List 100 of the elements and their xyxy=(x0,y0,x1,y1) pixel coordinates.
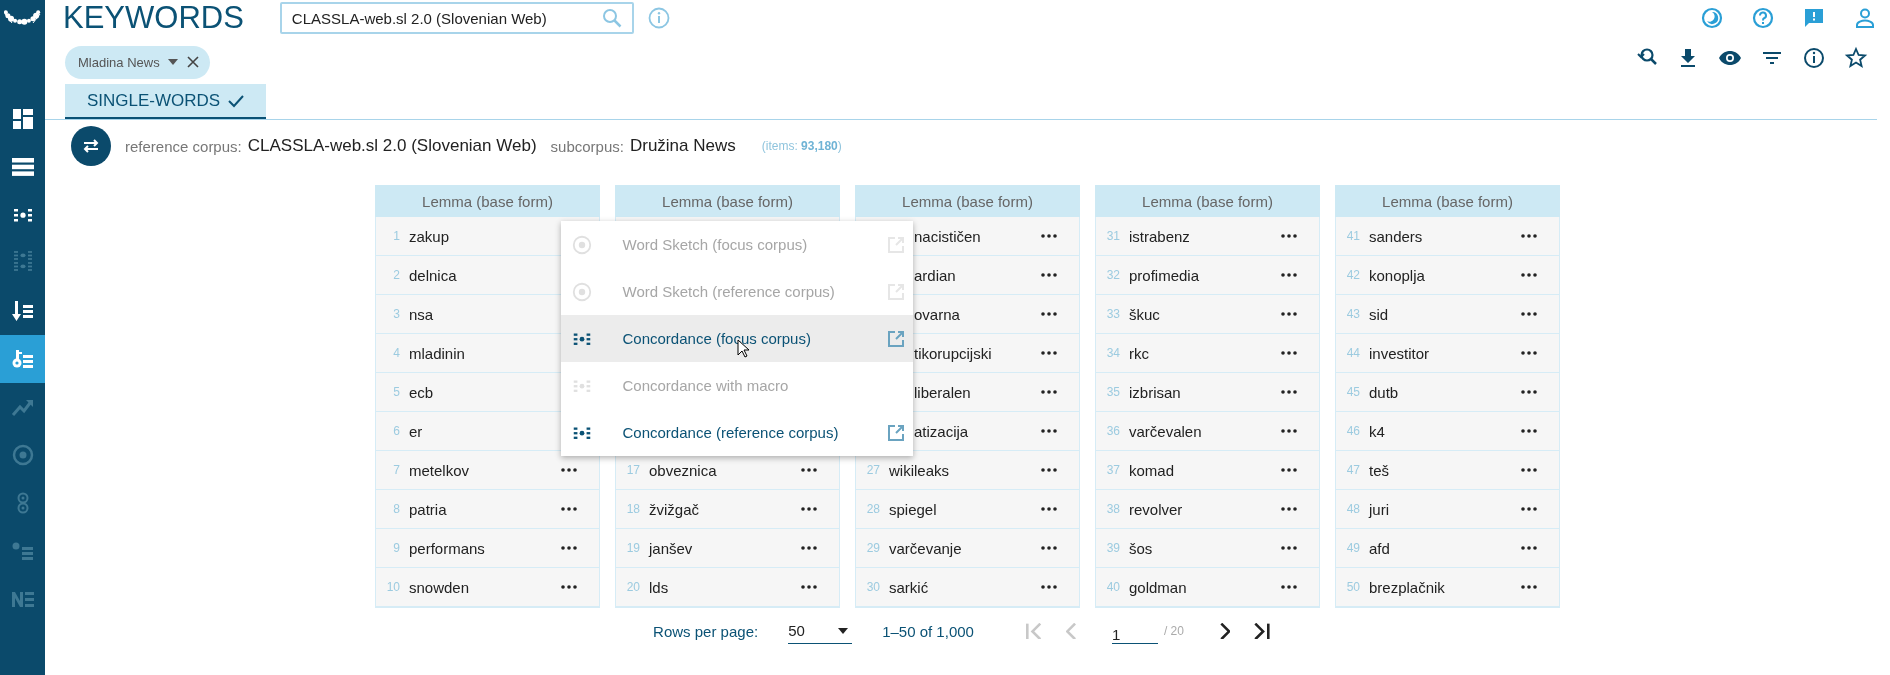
previous-icon xyxy=(1065,622,1076,640)
more-button[interactable] xyxy=(1521,351,1537,355)
more-button[interactable] xyxy=(801,585,817,589)
row-number: 50 xyxy=(1345,580,1360,594)
caret-icon xyxy=(167,59,178,65)
more-icon xyxy=(801,546,817,550)
more-icon xyxy=(801,585,817,589)
lemma-cell: sanders xyxy=(1369,227,1423,245)
more-button[interactable] xyxy=(1521,429,1537,433)
search-icon xyxy=(601,8,622,28)
row-number: 47 xyxy=(1345,463,1360,477)
more-button[interactable] xyxy=(1041,312,1057,316)
target-icon xyxy=(570,233,593,256)
more-button[interactable] xyxy=(801,546,817,550)
more-button[interactable] xyxy=(1281,585,1297,589)
row-number: 27 xyxy=(865,463,880,477)
row-number: 37 xyxy=(1105,463,1120,477)
more-icon xyxy=(1521,234,1537,238)
more-icon xyxy=(801,468,817,472)
more-button[interactable] xyxy=(561,546,577,550)
more-button[interactable] xyxy=(1281,507,1297,511)
more-button[interactable] xyxy=(1041,234,1057,238)
help-icon[interactable] xyxy=(1752,7,1774,29)
check-icon xyxy=(228,93,245,108)
more-button[interactable] xyxy=(1041,429,1057,433)
lemma-cell: performans xyxy=(409,539,485,557)
more-button[interactable] xyxy=(1281,468,1297,472)
lemma-cell: afd xyxy=(1369,539,1390,557)
corpus-search-field[interactable]: CLASSLA-web.sl 2.0 (Slovenian Web) xyxy=(279,2,634,34)
more-button[interactable] xyxy=(1521,507,1537,511)
more-button[interactable] xyxy=(1521,273,1537,277)
info-icon[interactable] xyxy=(1802,46,1826,70)
more-button[interactable] xyxy=(561,507,577,511)
more-button[interactable] xyxy=(1281,351,1297,355)
feedback-icon[interactable] xyxy=(1803,7,1825,29)
lemma-cell: wikileaks xyxy=(889,461,949,479)
more-icon xyxy=(561,468,577,472)
more-icon xyxy=(1281,234,1297,238)
more-icon xyxy=(1281,546,1297,550)
more-button[interactable] xyxy=(561,468,577,472)
row-number: 48 xyxy=(1345,502,1360,516)
tab[interactable]: SINGLE-WORDS xyxy=(65,84,267,119)
more-button[interactable] xyxy=(1281,546,1297,550)
lemma-cell: žvižgač xyxy=(649,500,700,518)
more-button[interactable] xyxy=(1281,312,1297,316)
more-button[interactable] xyxy=(1041,351,1057,355)
more-button[interactable] xyxy=(1041,585,1057,589)
user-icon[interactable] xyxy=(1854,7,1876,29)
star-icon[interactable] xyxy=(1844,46,1868,70)
row-number: 36 xyxy=(1105,424,1120,438)
items-count: (items: 93,180) xyxy=(761,139,842,153)
more-icon xyxy=(1281,312,1297,316)
row-number: 41 xyxy=(1345,229,1360,243)
more-button[interactable] xyxy=(1041,390,1057,394)
close-icon[interactable] xyxy=(185,55,200,69)
more-button[interactable] xyxy=(1041,546,1057,550)
subcorpus-chip[interactable]: Mladina News xyxy=(65,45,210,79)
page-input[interactable]: 1 xyxy=(1111,618,1158,644)
row-number: 33 xyxy=(1105,307,1120,321)
more-button[interactable] xyxy=(1041,468,1057,472)
lemma-cell: ovarna xyxy=(914,305,960,323)
swap-button[interactable] xyxy=(71,126,111,166)
subcorpus-label: subcorpus: xyxy=(550,137,624,155)
lemma-cell: ardian xyxy=(914,266,956,284)
more-button[interactable] xyxy=(801,507,817,511)
more-button[interactable] xyxy=(1521,546,1537,550)
more-button[interactable] xyxy=(1281,390,1297,394)
more-icon xyxy=(561,507,577,511)
more-button[interactable] xyxy=(801,468,817,472)
more-button[interactable] xyxy=(1041,507,1057,511)
row-number: 38 xyxy=(1105,502,1120,516)
theme-icon[interactable] xyxy=(1701,7,1723,29)
more-button[interactable] xyxy=(1521,234,1537,238)
lemma-cell: k4 xyxy=(1369,422,1385,440)
more-icon xyxy=(1281,468,1297,472)
lemma-cell: investitor xyxy=(1369,344,1430,362)
more-button[interactable] xyxy=(1281,273,1297,277)
row-number: 43 xyxy=(1345,307,1360,321)
swap-icon xyxy=(81,138,101,154)
menu-item[interactable]: Concordance (focus corpus) xyxy=(560,315,913,362)
row-number: 3 xyxy=(392,307,400,321)
more-button[interactable] xyxy=(1521,468,1537,472)
lemma-cell: patria xyxy=(409,500,447,518)
row-number: 31 xyxy=(1105,229,1120,243)
more-button[interactable] xyxy=(561,585,577,589)
more-icon xyxy=(1521,273,1537,277)
more-button[interactable] xyxy=(1521,390,1537,394)
more-button[interactable] xyxy=(1281,429,1297,433)
rows-per-page-select[interactable]: 50 xyxy=(788,618,853,644)
more-icon xyxy=(1521,351,1537,355)
menu-item[interactable]: Concordance (reference corpus) xyxy=(560,409,913,456)
lemma-cell: lds xyxy=(649,578,669,596)
more-icon xyxy=(1041,429,1057,433)
more-icon xyxy=(1281,273,1297,277)
external-link-icon[interactable] xyxy=(886,423,905,442)
more-button[interactable] xyxy=(1281,234,1297,238)
row-number: 44 xyxy=(1345,346,1360,360)
more-button[interactable] xyxy=(1521,585,1537,589)
more-button[interactable] xyxy=(1041,273,1057,277)
more-button[interactable] xyxy=(1521,312,1537,316)
